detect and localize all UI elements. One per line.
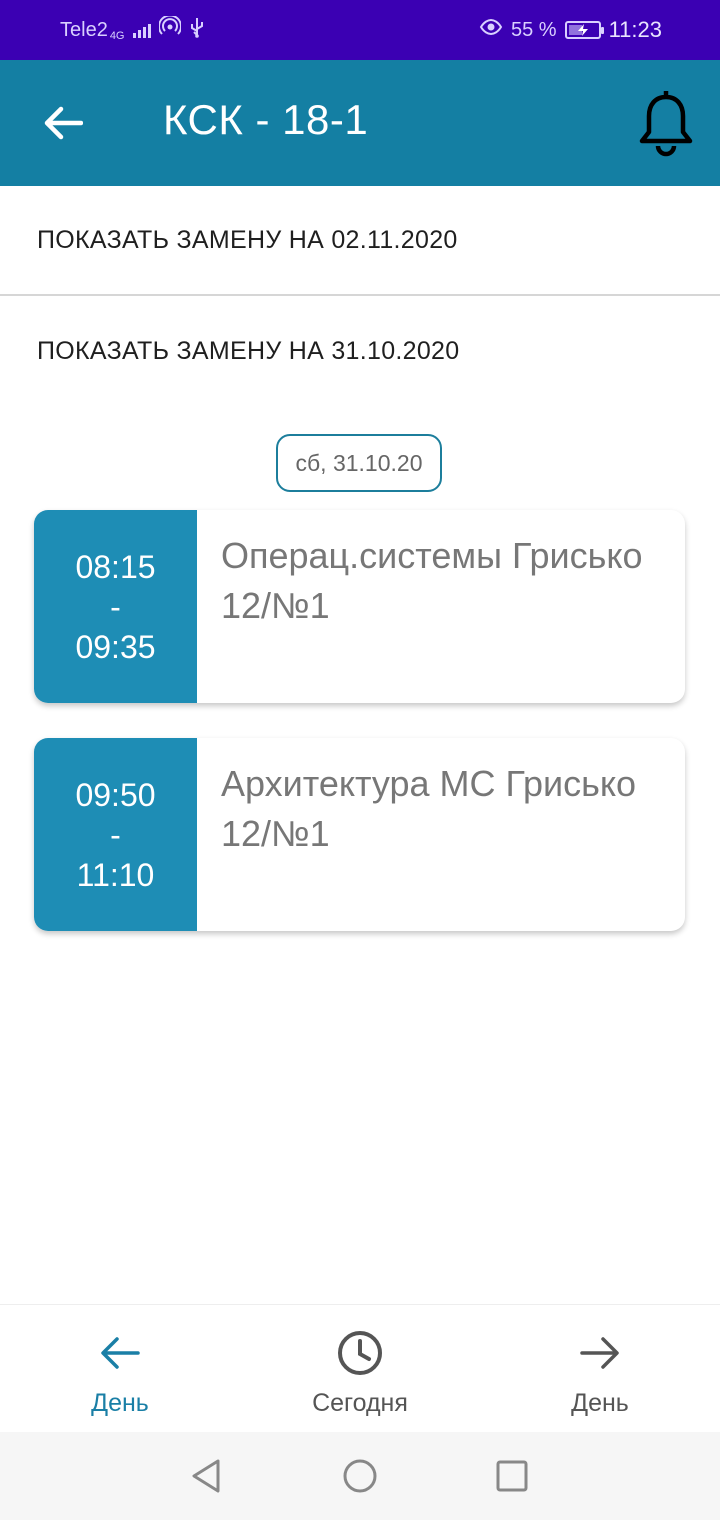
lesson-room: 12/№1 xyxy=(221,813,330,854)
lesson-time-separator: - xyxy=(110,588,121,625)
hotspot-icon xyxy=(157,14,182,44)
lesson-subject: Архитектура МС Грисько xyxy=(221,763,637,804)
system-navigation-bar xyxy=(0,1432,720,1520)
date-chip: сб, 31.10.20 xyxy=(276,434,442,492)
network-type-label: 4G xyxy=(109,30,125,42)
triangle-back-icon xyxy=(192,1459,220,1493)
clock-time: 11:23 xyxy=(608,17,662,42)
nav-label: День xyxy=(91,1389,149,1417)
arrow-right-icon xyxy=(575,1331,625,1375)
show-substitution-label: ПОКАЗАТЬ ЗАМЕНУ НА 02.11.2020 xyxy=(37,225,458,254)
lesson-room: 12/№1 xyxy=(221,585,330,626)
circle-home-icon xyxy=(343,1459,377,1493)
square-recents-icon xyxy=(496,1460,528,1492)
status-left: Tele2 4G xyxy=(60,14,205,44)
back-button[interactable] xyxy=(38,98,88,148)
lesson-card[interactable]: 08:15 - 09:35 Операц.системы Грисько 12/… xyxy=(34,510,685,703)
notifications-button[interactable] xyxy=(634,84,698,162)
bell-icon xyxy=(639,91,693,157)
lesson-card[interactable]: 09:50 - 11:10 Архитектура МС Грисько 12/… xyxy=(34,738,685,931)
usb-icon xyxy=(189,16,205,44)
status-right: 55 % 11:23 xyxy=(479,17,662,43)
lesson-info: Архитектура МС Грисько 12/№1 xyxy=(197,738,685,931)
signal-icon xyxy=(132,22,151,38)
lesson-start-time: 09:50 xyxy=(75,776,156,813)
show-substitution-row[interactable]: ПОКАЗАТЬ ЗАМЕНУ НА 31.10.2020 xyxy=(0,296,720,406)
nav-label: День xyxy=(571,1389,629,1417)
arrow-left-icon xyxy=(44,106,83,140)
eye-comfort-icon xyxy=(479,18,503,42)
bottom-navigation: День Сегодня День xyxy=(0,1304,720,1432)
lesson-info: Операц.системы Грисько 12/№1 xyxy=(197,510,685,703)
clock-icon xyxy=(335,1331,385,1375)
system-home-button[interactable] xyxy=(340,1456,380,1496)
status-bar: Tele2 4G 55 % 11:23 xyxy=(0,0,720,60)
nav-next-day[interactable]: День xyxy=(480,1305,720,1432)
show-substitution-label: ПОКАЗАТЬ ЗАМЕНУ НА 31.10.2020 xyxy=(37,336,460,365)
lesson-subject: Операц.системы Грисько xyxy=(221,535,643,576)
lesson-time-block: 08:15 - 09:35 xyxy=(34,510,197,703)
battery-percent: 55 % xyxy=(510,18,557,41)
app-bar: КСК - 18-1 xyxy=(0,60,720,186)
lesson-end-time: 11:10 xyxy=(76,856,155,893)
nav-label: Сегодня xyxy=(312,1389,408,1417)
lesson-end-time: 09:35 xyxy=(75,628,156,665)
system-recents-button[interactable] xyxy=(492,1456,532,1496)
nav-previous-day[interactable]: День xyxy=(0,1305,240,1432)
nav-today[interactable]: Сегодня xyxy=(240,1305,480,1432)
lesson-time-separator: - xyxy=(110,816,121,853)
arrow-left-icon xyxy=(95,1331,145,1375)
page-title: КСК - 18-1 xyxy=(163,96,369,143)
carrier-label: Tele2 xyxy=(60,18,108,41)
battery-icon xyxy=(564,21,604,39)
lesson-time-block: 09:50 - 11:10 xyxy=(34,738,197,931)
show-substitution-row[interactable]: ПОКАЗАТЬ ЗАМЕНУ НА 02.11.2020 xyxy=(0,186,720,296)
system-back-button[interactable] xyxy=(186,1456,226,1496)
lesson-start-time: 08:15 xyxy=(75,548,156,585)
